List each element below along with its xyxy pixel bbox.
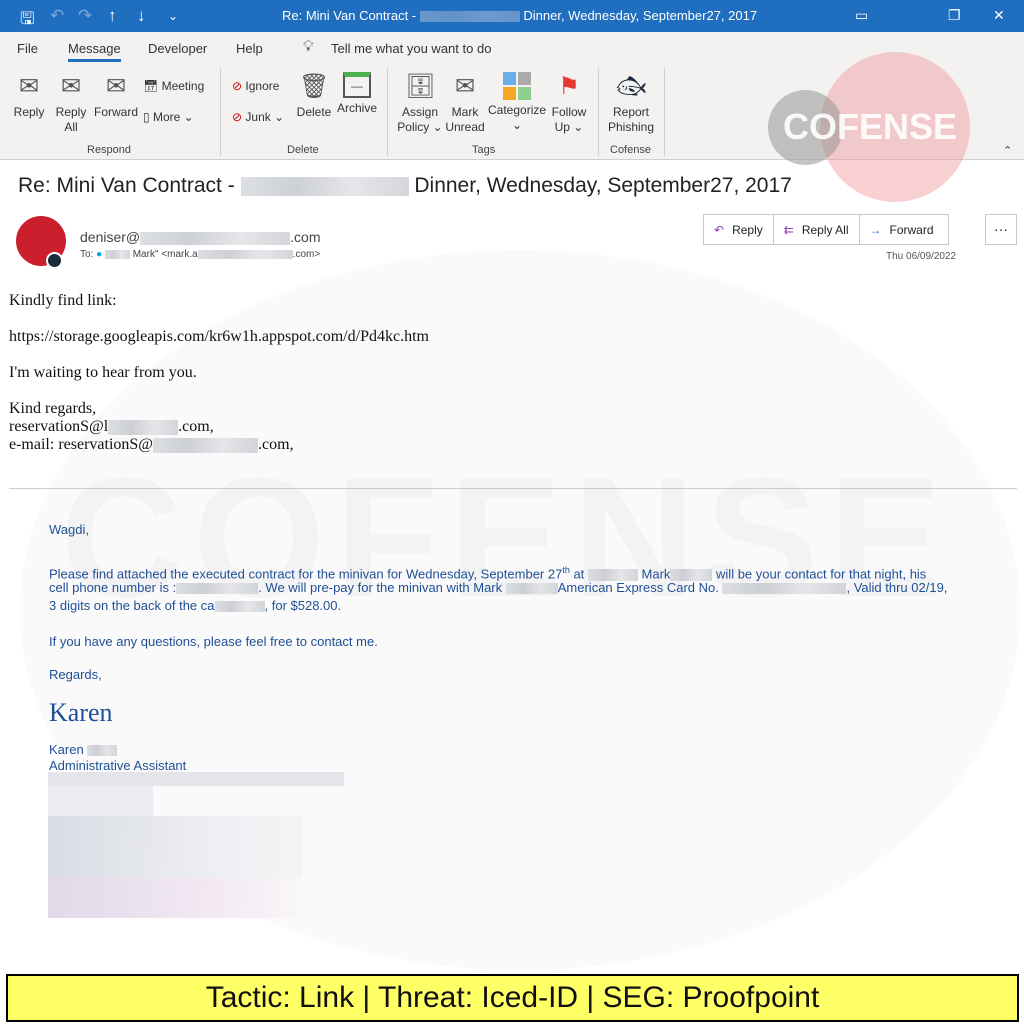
archive-button[interactable]: — Archive [335,72,379,116]
mark-unread-icon: ✉ [454,73,476,100]
close-icon[interactable]: ✕ [993,7,1005,24]
ignore-icon: ⊘ [232,79,243,93]
recipient[interactable]: To: ● Mark" <mark.a .com> [80,249,320,260]
junk-button[interactable]: ⊘ Junk ⌄ [232,110,284,124]
message-actions: ↶ Reply ⇇ Reply All → Forward [703,214,949,245]
customize-toolbar-icon[interactable]: ⌄ [168,9,178,23]
redo-icon[interactable]: ↷ [78,6,92,26]
forward-icon: → [869,222,882,237]
meeting-button[interactable]: 📅︎ Meeting [143,79,204,93]
message-date: Thu 06/09/2022 [886,251,957,262]
trash-icon: 🗑︎ [299,73,330,100]
categorize-icon [503,72,531,100]
redacted-block [48,816,303,878]
sender[interactable]: deniser@ .com [80,229,320,245]
more-actions-button[interactable]: ··· [985,214,1017,245]
previous-item-icon[interactable]: ↑ [108,6,117,26]
divider [220,68,221,156]
phish-fish-icon: 🐟︎ [616,73,647,100]
group-respond-label: Respond [87,144,132,156]
group-cofense-label: Cofense [610,144,651,156]
quoted-greeting: Wagdi, [49,522,89,537]
junk-icon: ⊘ [232,110,243,124]
tab-developer[interactable]: Developer [148,41,207,56]
delete-button[interactable]: 🗑︎ Delete [295,72,333,120]
tell-me-search[interactable]: Tell me what you want to do [331,41,491,56]
threat-banner: Tactic: Link | Threat: Iced-ID | SEG: Pr… [6,974,1019,1022]
reply-all-icon: ✉ [60,73,82,100]
follow-up-button[interactable]: ⚑ Follow Up ⌄ [548,72,590,135]
reply-all-button[interactable]: ✉ Reply All [52,72,90,135]
title-bar: 🖫 ↶ ↷ ↑ ↓ ⌄ Re: Mini Van Contract - Dinn… [0,0,1024,32]
divider [664,68,665,156]
quoted-line: Regards, [49,667,102,682]
ribbon-display-icon[interactable]: ▭ [855,7,868,24]
presence-indicator [46,252,63,269]
reply-icon: ✉ [18,73,40,100]
redacted-block [48,786,153,816]
assign-policy-button[interactable]: 🗄︎ Assign Policy ⌄ [397,72,443,135]
body-line: reservationS@l .com, [9,418,214,435]
save-icon[interactable]: 🖫 [20,6,34,35]
reply-icon: ↶ [714,222,725,237]
body-line: Kindly find link: [9,292,117,309]
body-line: I'm waiting to hear from you. [9,364,197,381]
forward-button[interactable]: ✉ Forward [92,72,140,120]
next-item-icon[interactable]: ↓ [137,6,146,26]
redacted-block [48,772,344,786]
mark-unread-button[interactable]: ✉ Mark Unread [444,72,486,135]
policy-icon: 🗄︎ [405,73,436,100]
lightbulb-icon: 💡︎ [303,38,314,55]
tab-file[interactable]: File [17,41,38,56]
restore-icon[interactable]: ❐ [948,7,961,24]
reply-all-icon: ⇇ [783,222,794,237]
calendar-icon: 📅︎ [143,79,159,93]
reply-action-button[interactable]: ↶ Reply [704,215,774,244]
ribbon: ✉ Reply ✉ Reply All ✉ Forward 📅︎ Meeting ▯ M… [0,64,1024,160]
phishing-link[interactable]: https://storage.googleapis.com/kr6w1h.ap… [9,328,429,346]
report-phishing-button[interactable]: 🐟︎ Report Phishing [604,72,658,135]
quoted-line: 3 digits on the back of the ca, for $528… [49,598,342,613]
reply-all-action-button[interactable]: ⇇ Reply All [774,215,860,244]
group-tags-label: Tags [472,144,496,156]
forward-action-button[interactable]: → Forward [860,215,948,244]
forward-icon: ✉ [105,73,127,100]
divider [9,488,1017,489]
message-subject: Re: Mini Van Contract - Dinner, Wednesda… [18,174,792,197]
divider [387,68,388,156]
more-icon: ▯ [143,110,150,124]
divider [598,68,599,156]
archive-icon: — [343,72,371,98]
tab-message[interactable]: Message [68,41,121,62]
undo-icon[interactable]: ↶ [50,6,64,26]
quoted-line: cell phone number is :. We will pre-pay … [49,580,948,595]
redacted-block [48,878,303,918]
signature: Karen [49,698,113,727]
more-button[interactable]: ▯ More ⌄ [143,110,194,124]
body-line: e-mail: reservationS@ .com, [9,436,294,453]
tab-help[interactable]: Help [236,41,263,56]
menu-tabs: File Message Developer Help 💡︎ Tell me w… [0,32,1024,64]
window-title: Re: Mini Van Contract - Dinner, Wednesda… [282,8,758,23]
flag-icon: ⚑ [558,73,580,100]
ignore-button[interactable]: ⊘ Ignore [232,79,279,93]
reply-button[interactable]: ✉ Reply [10,72,48,120]
body-line: Kind regards, [9,400,97,417]
quoted-line: If you have any questions, please feel f… [49,634,378,649]
collapse-ribbon-icon[interactable]: ⌃ [1003,144,1012,157]
group-delete-label: Delete [287,144,319,156]
categorize-button[interactable]: Categorize ⌄ [488,72,546,133]
